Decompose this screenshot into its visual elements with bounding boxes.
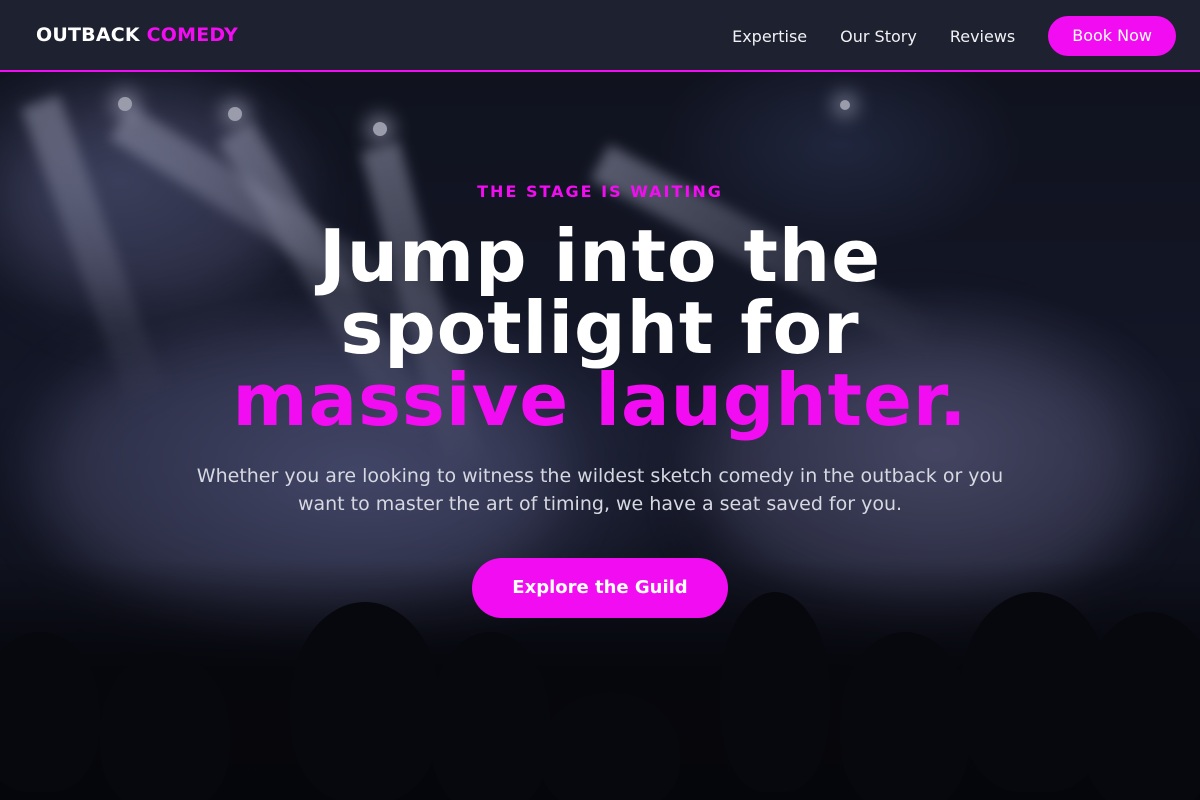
headline-line-1: Jump into the <box>318 214 882 298</box>
nav-link-reviews[interactable]: Reviews <box>950 27 1015 46</box>
brand-logo[interactable]: OUTBACK COMEDY <box>36 24 238 46</box>
headline-line-2: spotlight for <box>340 286 860 370</box>
landing-page: OUTBACK COMEDY Expertise Our Story Revie… <box>0 0 1200 800</box>
hero-headline: Jump into the spotlight for massive laug… <box>100 220 1100 436</box>
nav-link-expertise[interactable]: Expertise <box>732 27 807 46</box>
nav-link-our-story[interactable]: Our Story <box>840 27 917 46</box>
hero-section: THE STAGE IS WAITING Jump into the spotl… <box>0 72 1200 800</box>
brand-name-primary: OUTBACK <box>36 24 140 46</box>
hero-subtitle: Whether you are looking to witness the w… <box>196 465 1004 515</box>
headline-highlight: massive laughter. <box>232 358 968 442</box>
brand-name-accent: COMEDY <box>146 24 238 46</box>
hero-eyebrow: THE STAGE IS WAITING <box>477 182 723 201</box>
site-header: OUTBACK COMEDY Expertise Our Story Revie… <box>0 0 1200 72</box>
main-nav: Expertise Our Story Reviews Book Now <box>732 16 1176 56</box>
book-now-button[interactable]: Book Now <box>1048 16 1176 56</box>
explore-guild-button[interactable]: Explore the Guild <box>472 558 728 618</box>
